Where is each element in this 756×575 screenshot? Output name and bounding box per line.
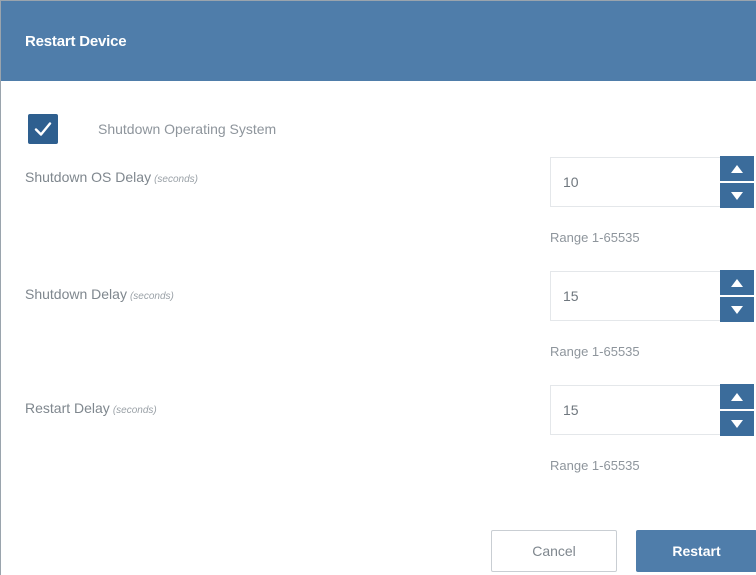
shutdown-os-delay-range: Range 1-65535 — [550, 230, 640, 245]
shutdown-os-delay-increment-button[interactable] — [720, 156, 754, 181]
shutdown-delay-label: Shutdown Delay (seconds) — [25, 286, 174, 302]
shutdown-os-delay-unit: (seconds) — [154, 174, 198, 185]
restart-delay-spinner — [720, 384, 754, 436]
shutdown-os-delay-label-text: Shutdown OS Delay — [25, 169, 152, 185]
dialog-title: Restart Device — [25, 33, 127, 50]
restart-button[interactable]: Restart — [636, 530, 756, 572]
shutdown-delay-spinner — [720, 270, 754, 322]
shutdown-delay-label-text: Shutdown Delay — [25, 286, 127, 302]
cancel-button[interactable]: Cancel — [491, 530, 617, 572]
shutdown-delay-input[interactable]: 15 — [550, 271, 720, 321]
shutdown-os-delay-decrement-button[interactable] — [720, 183, 754, 208]
chevron-up-icon — [731, 278, 743, 287]
shutdown-delay-increment-button[interactable] — [720, 270, 754, 295]
chevron-up-icon — [731, 392, 743, 401]
restart-delay-unit: (seconds) — [112, 405, 157, 416]
shutdown-os-delay-input[interactable]: 10 — [550, 157, 720, 207]
shutdown-delay-unit: (seconds) — [129, 291, 174, 302]
shutdown-delay-range: Range 1-65535 — [550, 344, 640, 359]
shutdown-os-checkbox[interactable] — [28, 114, 58, 144]
restart-delay-increment-button[interactable] — [720, 384, 754, 409]
chevron-down-icon — [731, 191, 743, 200]
shutdown-os-label: Shutdown Operating System — [98, 121, 277, 137]
shutdown-os-delay-spinner — [720, 156, 754, 208]
restart-delay-input[interactable]: 15 — [550, 385, 720, 435]
restart-delay-label-text: Restart Delay — [25, 400, 110, 416]
chevron-down-icon — [731, 305, 743, 314]
chevron-up-icon — [731, 164, 743, 173]
shutdown-os-delay-label: Shutdown OS Delay (seconds) — [25, 169, 198, 185]
restart-device-dialog: Restart Device Shutdown Operating System… — [0, 0, 756, 575]
chevron-down-icon — [731, 419, 743, 428]
shutdown-delay-decrement-button[interactable] — [720, 297, 754, 322]
restart-delay-range: Range 1-65535 — [550, 458, 640, 473]
check-icon — [34, 122, 52, 136]
restart-delay-decrement-button[interactable] — [720, 411, 754, 436]
restart-delay-label: Restart Delay (seconds) — [25, 400, 157, 416]
dialog-titlebar: Restart Device — [1, 1, 756, 81]
